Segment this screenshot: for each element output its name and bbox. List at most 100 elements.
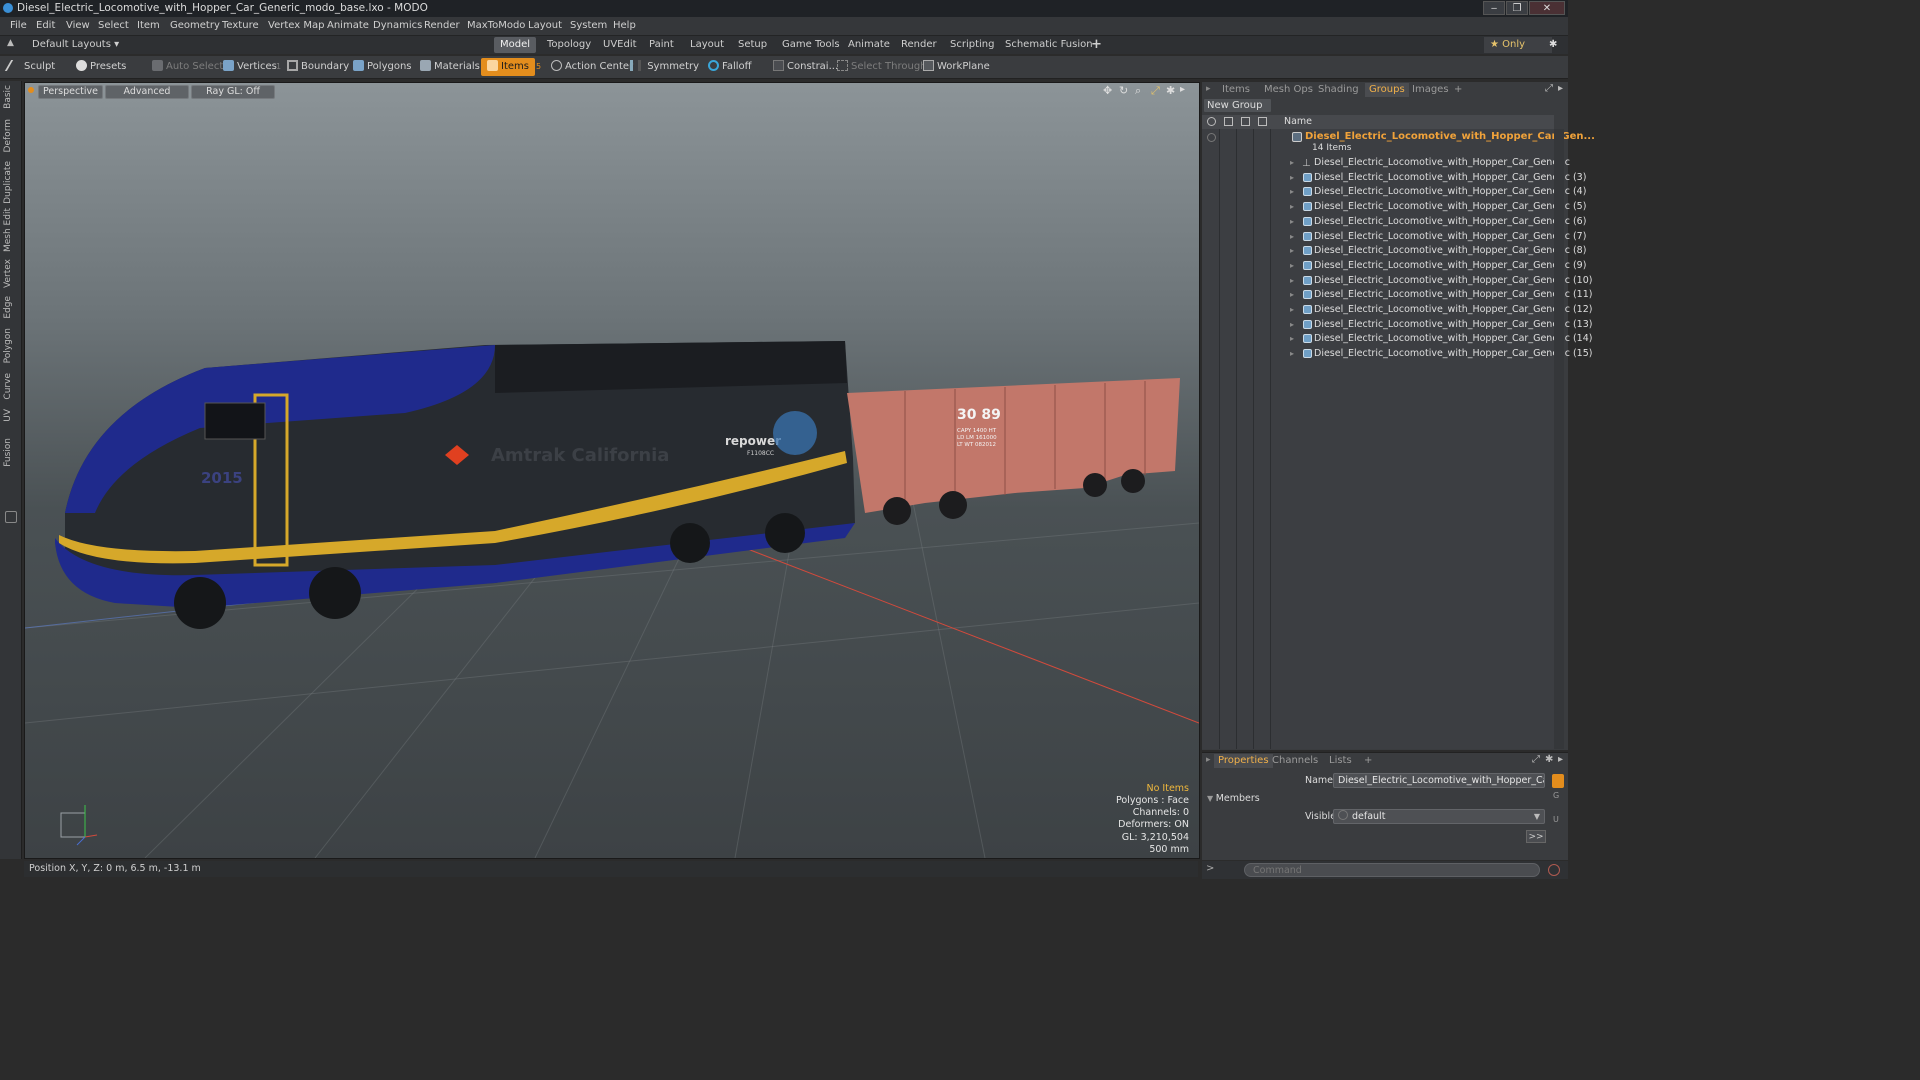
only-button[interactable]: ★ Only bbox=[1484, 37, 1552, 53]
panel-collapse-icon[interactable]: ▸ bbox=[1558, 83, 1563, 94]
layout-arrow-icon[interactable]: ▲ bbox=[7, 38, 14, 48]
action-center-button[interactable]: Action Center bbox=[551, 58, 633, 76]
properties-collapse-icon[interactable]: ▸ bbox=[1558, 754, 1563, 765]
group-visibility-icon[interactable] bbox=[1207, 133, 1216, 142]
list-item[interactable]: ▸ Diesel_Electric_Locomotive_with_Hopper_… bbox=[1202, 259, 1586, 274]
menu-vertex-map[interactable]: Vertex Map bbox=[268, 17, 324, 35]
add-panel-tab-button[interactable]: + bbox=[1454, 83, 1462, 97]
lock-column-icon[interactable] bbox=[1241, 117, 1250, 126]
add-properties-tab-button[interactable]: + bbox=[1364, 754, 1372, 768]
visibility-column-icon[interactable] bbox=[1207, 117, 1216, 126]
menu-view[interactable]: View bbox=[66, 17, 90, 35]
menu-texture[interactable]: Texture bbox=[222, 17, 259, 35]
falloff-button[interactable]: Falloff bbox=[708, 58, 752, 76]
list-item[interactable]: ▸ Diesel_Electric_Locomotive_with_Hopper_… bbox=[1202, 215, 1586, 230]
materials-button[interactable]: Materials bbox=[420, 58, 480, 76]
tab-images[interactable]: Images bbox=[1412, 83, 1449, 97]
list-item[interactable]: ▸ Diesel_Electric_Locomotive_with_Hopper_… bbox=[1202, 288, 1592, 303]
auto-select-button[interactable]: Auto Select bbox=[152, 58, 223, 76]
settings-gear-icon[interactable]: ✱ bbox=[1543, 37, 1563, 53]
vertices-button[interactable]: Vertices bbox=[223, 58, 277, 76]
group-row[interactable]: Diesel_Electric_Locomotive_with_Hopper_C… bbox=[1202, 130, 1595, 156]
locomotive-model[interactable]: 2015 Amtrak California repower F1108CC bbox=[55, 341, 855, 629]
list-item[interactable]: ▸ Diesel_Electric_Locomotive_with_Hopper_… bbox=[1202, 185, 1586, 200]
left-tab-vertex[interactable]: Vertex bbox=[3, 259, 13, 288]
symmetry-button[interactable]: Symmetry bbox=[630, 58, 699, 76]
constrain-button[interactable]: Constrai... bbox=[773, 58, 838, 76]
list-item[interactable]: ▸ Diesel_Electric_Locomotive_with_Hopper_… bbox=[1202, 230, 1586, 245]
color-swatch[interactable] bbox=[1552, 774, 1564, 788]
menu-file[interactable]: File bbox=[10, 17, 27, 35]
list-item[interactable]: ▸ Diesel_Electric_Locomotive_with_Hopper_… bbox=[1202, 303, 1592, 318]
add-layout-tab-button[interactable]: + bbox=[1085, 37, 1108, 53]
members-section-header[interactable]: ▼ Members bbox=[1207, 793, 1260, 804]
tab-lists[interactable]: Lists bbox=[1329, 754, 1352, 768]
properties-menu-icon[interactable]: ▸ bbox=[1206, 755, 1211, 765]
visible-dropdown[interactable]: default ▼ bbox=[1333, 809, 1545, 824]
list-item[interactable]: ▸ Diesel_Electric_Locomotive_with_Hopper_… bbox=[1202, 274, 1592, 289]
tab-animate[interactable]: Animate bbox=[842, 37, 896, 53]
menu-geometry[interactable]: Geometry bbox=[170, 17, 220, 35]
tab-paint[interactable]: Paint bbox=[643, 37, 680, 53]
new-group-button[interactable]: New Group bbox=[1204, 99, 1271, 112]
record-macro-icon[interactable] bbox=[1548, 864, 1560, 876]
left-tab-fusion[interactable]: Fusion bbox=[3, 438, 13, 467]
tab-shading[interactable]: Shading bbox=[1318, 83, 1359, 97]
panel-expand-icon[interactable]: ⤢ bbox=[1545, 83, 1553, 94]
menu-select[interactable]: Select bbox=[98, 17, 129, 35]
render-column-icon[interactable] bbox=[1224, 117, 1233, 126]
left-tab-basic[interactable]: Basic bbox=[3, 85, 13, 109]
tab-layout[interactable]: Layout bbox=[684, 37, 730, 53]
maximize-button[interactable]: ❐ bbox=[1506, 1, 1528, 15]
menu-help[interactable]: Help bbox=[613, 17, 636, 35]
left-tab-edge[interactable]: Edge bbox=[3, 296, 13, 319]
groups-list-scrollbar[interactable] bbox=[1554, 129, 1564, 749]
close-button[interactable]: ✕ bbox=[1529, 1, 1565, 15]
list-item[interactable]: ▸ ⊥ Diesel_Electric_Locomotive_with_Hopper… bbox=[1202, 156, 1570, 171]
left-tab-uv[interactable]: UV bbox=[3, 409, 13, 422]
left-tab-polygon[interactable]: Polygon bbox=[3, 328, 13, 363]
panel-menu-icon[interactable]: ▸ bbox=[1206, 84, 1211, 94]
minimize-button[interactable]: ‒ bbox=[1483, 1, 1505, 15]
tab-topology[interactable]: Topology bbox=[541, 37, 597, 53]
workplane-button[interactable]: WorkPlane bbox=[923, 58, 990, 76]
presets-button[interactable]: Presets bbox=[76, 58, 126, 76]
tab-uvedit[interactable]: UVEdit bbox=[597, 37, 643, 53]
side-tab-u[interactable]: U bbox=[1553, 815, 1559, 824]
more-options-button[interactable]: >> bbox=[1526, 830, 1546, 843]
toggle-panel-icon[interactable] bbox=[5, 511, 17, 523]
menu-maxtomodo[interactable]: MaxToModo bbox=[467, 17, 525, 35]
list-item[interactable]: ▸ Diesel_Electric_Locomotive_with_Hopper_… bbox=[1202, 200, 1586, 215]
menu-render[interactable]: Render bbox=[424, 17, 460, 35]
tab-channels[interactable]: Channels bbox=[1272, 754, 1318, 768]
tab-items[interactable]: Items bbox=[1222, 83, 1250, 97]
tab-properties[interactable]: Properties bbox=[1214, 754, 1273, 768]
tab-schematic-fusion[interactable]: Schematic Fusion bbox=[999, 37, 1099, 53]
name-field[interactable]: Diesel_Electric_Locomotive_with_Hopper_C… bbox=[1333, 773, 1545, 788]
menu-layout[interactable]: Layout bbox=[528, 17, 562, 35]
sculpt-button[interactable]: Sculpt bbox=[4, 58, 55, 76]
3d-viewport[interactable]: Perspective Advanced Ray GL: Off ✥ ↻ ⌕ ⤢… bbox=[24, 82, 1200, 859]
tab-scripting[interactable]: Scripting bbox=[944, 37, 1000, 53]
list-item[interactable]: ▸ Diesel_Electric_Locomotive_with_Hopper_… bbox=[1202, 347, 1592, 362]
polygons-button[interactable]: Polygons bbox=[353, 58, 412, 76]
left-tab-curve[interactable]: Curve bbox=[3, 373, 13, 400]
column-name-header[interactable]: Name bbox=[1284, 116, 1312, 127]
properties-settings-icon[interactable]: ✱ bbox=[1545, 754, 1553, 765]
tab-mesh-ops[interactable]: Mesh Ops bbox=[1264, 83, 1313, 97]
tab-setup[interactable]: Setup bbox=[732, 37, 773, 53]
left-tab-duplicate[interactable]: Duplicate bbox=[3, 161, 13, 204]
menu-dynamics[interactable]: Dynamics bbox=[373, 17, 422, 35]
tab-game-tools[interactable]: Game Tools bbox=[776, 37, 846, 53]
menu-item[interactable]: Item bbox=[137, 17, 160, 35]
properties-expand-icon[interactable]: ⤢ bbox=[1532, 754, 1540, 765]
default-layouts-dropdown[interactable]: Default Layouts ▾ bbox=[26, 37, 125, 53]
tab-model[interactable]: Model bbox=[494, 37, 537, 53]
menu-edit[interactable]: Edit bbox=[36, 17, 55, 35]
hopper-car-model[interactable]: 30 89 CAPY 1400 HT LD LM 161000 LT WT 08… bbox=[847, 378, 1180, 525]
left-tab-deform[interactable]: Deform bbox=[3, 119, 13, 152]
boundary-button[interactable]: Boundary bbox=[287, 58, 349, 76]
list-item[interactable]: ▸ Diesel_Electric_Locomotive_with_Hopper_… bbox=[1202, 244, 1586, 259]
list-item[interactable]: ▸ Diesel_Electric_Locomotive_with_Hopper_… bbox=[1202, 332, 1592, 347]
list-item[interactable]: ▸ Diesel_Electric_Locomotive_with_Hopper_… bbox=[1202, 171, 1586, 186]
